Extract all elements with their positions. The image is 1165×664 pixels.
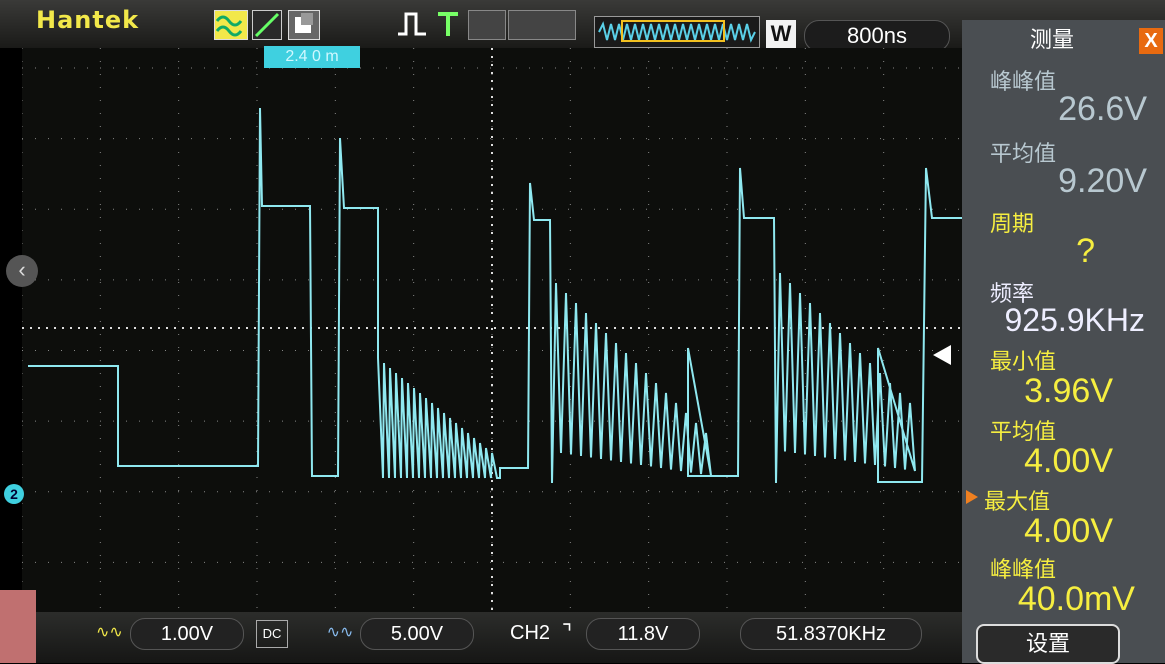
scope-plot — [22, 48, 962, 613]
trigger-level-marker[interactable] — [933, 345, 951, 365]
ramp-icon[interactable] — [252, 10, 282, 40]
waveform-overview-icon[interactable] — [594, 16, 760, 48]
measure-item[interactable]: 平均值 9.20V — [962, 132, 1165, 200]
measure-item[interactable]: 最小值 3.96V — [962, 342, 1165, 410]
status-icon-1 — [468, 10, 506, 40]
measure-item-selected[interactable]: 最大值 4.00V — [962, 482, 1165, 550]
channel-marker[interactable]: 2 — [4, 484, 24, 504]
measure-label: 周期 — [990, 211, 1035, 236]
measure-value: 4.00V — [1024, 512, 1113, 550]
measure-panel: 测量 X 峰峰值 26.6V 平均值 9.20V 周期 ? 频率 925.9KH… — [962, 20, 1165, 663]
trigger-T-icon[interactable] — [436, 10, 460, 38]
falling-edge-icon: ⌝ — [561, 620, 573, 645]
ch2-trace — [28, 107, 962, 484]
waveform-screen[interactable] — [22, 48, 962, 613]
measure-value: 925.9KHz — [1004, 302, 1145, 338]
grid-icon[interactable] — [288, 10, 320, 40]
measure-value: 26.6V — [1058, 90, 1147, 128]
measure-value: 3.96V — [1024, 372, 1113, 410]
panel-title: 测量 — [1029, 27, 1074, 52]
measure-item[interactable]: 峰峰值 40.0mV — [962, 550, 1165, 618]
status-icon-2 — [508, 10, 576, 40]
ch2-volts[interactable]: 5.00V — [360, 618, 474, 650]
frequency-readout: 51.8370KHz — [740, 618, 922, 650]
bottom-status-bar: ∿∿ 1.00V DC ∿∿ 5.00V CH2 ⌝ 11.8V 51.8370… — [0, 612, 962, 663]
measure-value: 4.00V — [1024, 442, 1113, 480]
measure-item[interactable]: 峰峰值 26.6V — [962, 60, 1165, 128]
ch1-volts[interactable]: 1.00V — [130, 618, 244, 650]
measure-item[interactable]: 平均值 4.00V — [962, 412, 1165, 480]
close-icon[interactable]: X — [1139, 28, 1163, 54]
measure-value: ? — [1076, 232, 1095, 270]
left-arrow-icon[interactable]: ‹ — [6, 255, 38, 287]
coupling-badge[interactable]: DC — [256, 620, 288, 648]
mode-button[interactable]: W — [766, 20, 796, 48]
view-window[interactable] — [621, 20, 725, 42]
trigger-level[interactable]: 11.8V — [586, 618, 700, 650]
measure-item[interactable]: 频率 925.9KHz — [962, 274, 1165, 340]
ch2-wave-icon: ∿∿ — [326, 624, 354, 641]
trigger-time-marker[interactable]: 2.4 0 m — [264, 46, 360, 68]
brand-logo: Hantek — [36, 6, 140, 34]
measure-item[interactable]: 周期 ? — [962, 202, 1165, 272]
corner-glare — [0, 590, 36, 663]
setup-button[interactable]: 设置 — [976, 624, 1120, 664]
wave-icon[interactable] — [214, 10, 248, 40]
selected-arrow-icon — [966, 490, 978, 504]
measure-label: 峰峰值 — [990, 69, 1057, 94]
measure-value: 9.20V — [1058, 162, 1147, 200]
trigger-edge-icon[interactable] — [396, 10, 432, 38]
measure-label: 平均值 — [990, 141, 1057, 166]
measure-value: 40.0mV — [1017, 580, 1135, 618]
trigger-source[interactable]: CH2 — [510, 620, 550, 646]
ch1-wave-icon: ∿∿ — [96, 624, 123, 641]
